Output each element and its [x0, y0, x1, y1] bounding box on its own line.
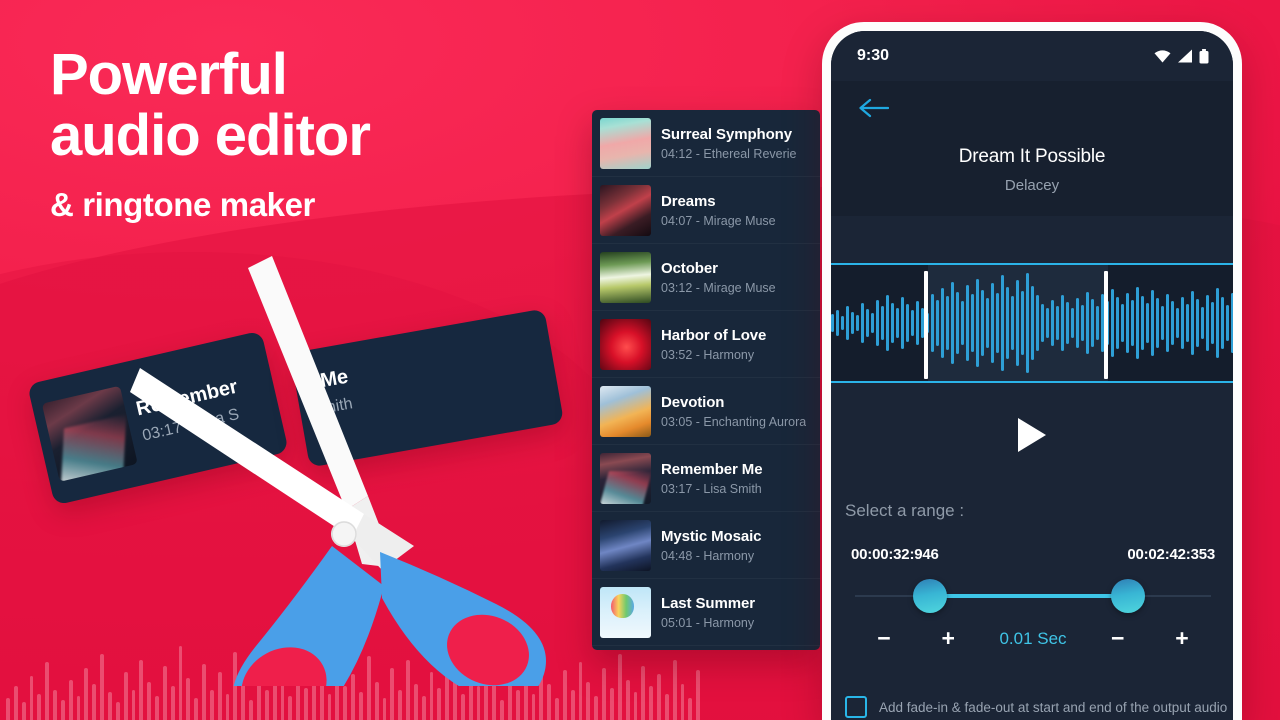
- scissors-pivot: [331, 521, 357, 547]
- waveform-bars: [831, 265, 1233, 381]
- phone-mockup: 9:30 Dream It Possible Delacey Select a …: [822, 22, 1242, 720]
- song-thumbnail: [600, 318, 651, 370]
- range-slider-active-track: [927, 594, 1127, 598]
- song-list-item[interactable]: Dreams 04:07 - Mirage Muse: [592, 177, 820, 244]
- headline: Powerful audio editor & ringtone maker: [50, 42, 371, 224]
- play-button[interactable]: [831, 416, 1233, 454]
- track-title: Dream It Possible: [958, 146, 1106, 167]
- phone-screen: 9:30 Dream It Possible Delacey Select a …: [831, 31, 1233, 720]
- song-list-item[interactable]: Mystic Mosaic 04:48 - Harmony: [592, 512, 820, 579]
- song-subtitle: 03:17 - Lisa Smith: [661, 481, 762, 496]
- song-thumbnail: [600, 251, 651, 303]
- song-meta: Last Summer 05:01 - Harmony: [661, 595, 755, 630]
- song-subtitle: 04:12 - Ethereal Reverie: [661, 146, 797, 161]
- scissors-handle-right: [380, 552, 546, 686]
- song-subtitle: 04:48 - Harmony: [661, 548, 755, 563]
- back-button[interactable]: [831, 97, 1233, 124]
- song-subtitle: 05:01 - Harmony: [661, 615, 755, 630]
- status-bar: 9:30: [831, 31, 1233, 81]
- song-list-item[interactable]: October 03:12 - Mirage Muse: [592, 244, 820, 311]
- song-meta: Surreal Symphony 04:12 - Ethereal Reverie: [661, 126, 797, 161]
- song-title: Mystic Mosaic: [661, 527, 762, 545]
- waveform-panel[interactable]: [831, 263, 1233, 383]
- range-slider-end-handle[interactable]: [1111, 579, 1145, 613]
- song-list-item[interactable]: Last Summer 05:01 - Harmony: [592, 579, 820, 646]
- song-list-panel[interactable]: Surreal Symphony 04:12 - Ethereal Reverie…: [592, 110, 820, 650]
- selection-end-marker[interactable]: [1104, 271, 1108, 379]
- song-list-item[interactable]: Devotion 03:05 - Enchanting Aurora: [592, 378, 820, 445]
- song-thumbnail: [600, 586, 651, 638]
- song-title: Remember Me: [661, 460, 763, 478]
- song-list-item[interactable]: Harbor of Love 03:52 - Harmony: [592, 311, 820, 378]
- status-bar-time: 9:30: [857, 47, 890, 64]
- selection-start-marker[interactable]: [924, 271, 928, 379]
- song-title: Devotion: [661, 393, 725, 411]
- song-title: Dreams: [661, 192, 716, 210]
- scissors-illustration: [130, 256, 546, 686]
- song-list-item[interactable]: Surreal Symphony 04:12 - Ethereal Reverie: [592, 110, 820, 177]
- range-start-time: 00:00:32:946: [851, 546, 939, 563]
- song-meta: October 03:12 - Mirage Muse: [661, 260, 776, 295]
- song-meta: Mystic Mosaic 04:48 - Harmony: [661, 528, 761, 563]
- fade-label: Add fade-in & fade-out at start and end …: [879, 699, 1228, 715]
- song-thumbnail: [600, 184, 651, 236]
- wifi-icon: [1154, 50, 1171, 63]
- range-label: Select a range :: [845, 501, 965, 520]
- fade-option-row[interactable]: Add fade-in & fade-out at start and end …: [845, 696, 1227, 718]
- song-thumbnail: [600, 117, 651, 169]
- song-title: Last Summer: [661, 594, 755, 612]
- song-thumbnail: [600, 519, 651, 571]
- song-meta: Devotion 03:05 - Enchanting Aurora: [661, 394, 806, 429]
- end-increment-button[interactable]: +: [1169, 625, 1195, 652]
- song-subtitle: 03:05 - Enchanting Aurora: [661, 414, 807, 429]
- back-arrow-icon: [859, 98, 890, 118]
- range-end-time: 00:02:42:353: [1127, 546, 1215, 563]
- range-slider[interactable]: [845, 573, 1221, 619]
- step-control-row: − + 0.01 Sec − +: [845, 625, 1221, 652]
- status-bar-icons: [1154, 48, 1209, 64]
- song-thumbnail: [600, 452, 651, 504]
- fade-checkbox[interactable]: [845, 696, 867, 718]
- track-artist: Delacey: [1004, 177, 1060, 194]
- song-title: Harbor of Love: [661, 326, 767, 344]
- range-time-row: 00:00:32:946 00:02:42:353: [845, 546, 1221, 563]
- song-subtitle: 03:12 - Mirage Muse: [661, 280, 776, 295]
- headline-line-2: audio editor: [50, 103, 371, 169]
- signal-icon: [1178, 49, 1192, 63]
- headline-line-1: Powerful: [50, 42, 288, 107]
- song-thumbnail: [600, 385, 651, 437]
- scissors-handle-left: [233, 546, 384, 686]
- song-meta: Harbor of Love 03:52 - Harmony: [661, 327, 766, 362]
- headline-line-3: & ringtone maker: [50, 185, 315, 223]
- range-selector-section: Select a range : 00:00:32:946 00:02:42:3…: [831, 501, 1233, 652]
- song-subtitle: 04:07 - Mirage Muse: [661, 213, 776, 228]
- start-increment-button[interactable]: +: [935, 625, 961, 652]
- song-title: October: [661, 259, 718, 277]
- song-title: Surreal Symphony: [661, 125, 792, 143]
- start-decrement-button[interactable]: −: [871, 625, 897, 652]
- song-meta: Remember Me 03:17 - Lisa Smith: [661, 461, 762, 496]
- scissors-blade-right: [130, 368, 414, 570]
- range-slider-start-handle[interactable]: [913, 579, 947, 613]
- step-value-label[interactable]: 0.01 Sec: [999, 629, 1066, 649]
- end-decrement-button[interactable]: −: [1105, 625, 1131, 652]
- song-meta: Dreams 04:07 - Mirage Muse: [661, 193, 776, 228]
- play-icon: [1018, 418, 1046, 452]
- app-bar: Dream It Possible Delacey: [831, 81, 1233, 216]
- song-subtitle: 03:52 - Harmony: [661, 347, 755, 362]
- song-list-item[interactable]: Remember Me 03:17 - Lisa Smith: [592, 445, 820, 512]
- battery-icon: [1199, 48, 1209, 63]
